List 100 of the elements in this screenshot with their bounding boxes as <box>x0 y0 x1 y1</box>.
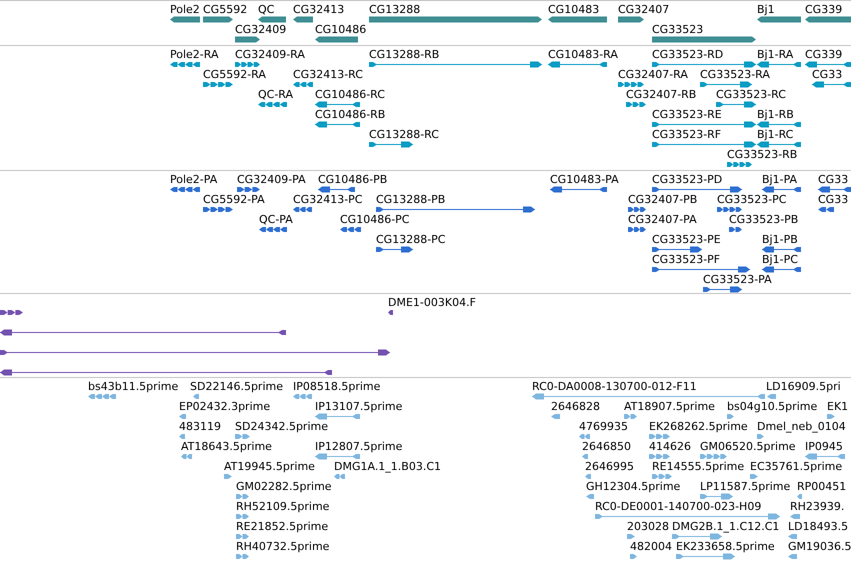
feature-label: LD18493.5 <box>788 521 848 533</box>
feature-label: CG32409-RA <box>235 49 305 61</box>
feature-label: 2646995 <box>585 461 634 473</box>
feature-label: CG33523-RD <box>652 49 724 61</box>
feature-label: Bj1-PC <box>762 254 798 266</box>
feature-label: GM19036.5 <box>788 541 851 553</box>
feature-label: CG33 <box>812 69 842 81</box>
feature-label: CG13288-PC <box>376 234 446 246</box>
feature-label: CG32407-PB <box>628 194 698 206</box>
feature-label: CG33523-RF <box>652 129 722 141</box>
feature-label: RH23939. <box>790 501 844 513</box>
feature-label: CG33523-RE <box>652 109 722 121</box>
feature-label: QC-PA <box>259 214 293 226</box>
feature-label: SD24342.5prime <box>235 421 328 433</box>
feature-label: CG33523-PC <box>717 194 786 206</box>
feature-label: IP12807.5prime <box>315 441 402 453</box>
feature-label: Bj1-PB <box>762 234 798 246</box>
feature-label: Bj1 <box>757 4 775 16</box>
feature-label: RH52109.5prime <box>236 501 330 513</box>
feature-label: CG33523-PD <box>652 174 722 186</box>
feature-label: AT18907.5prime <box>624 401 715 413</box>
feature-label: EK268262.5prime <box>649 421 748 433</box>
feature-label: RC0-DA0008-130700-012-F11 <box>532 381 697 393</box>
feature-label: EK1 <box>827 401 848 413</box>
feature-label: QC-RA <box>258 89 294 101</box>
feature-label: CG33523 <box>652 24 704 36</box>
feature-label: CG5592-RA <box>203 69 266 81</box>
feature-label: Pole2 <box>170 4 200 16</box>
feature-label: Bj1-RB <box>757 109 794 121</box>
feature-label: DMG2B.1_1.C12.C1 <box>672 521 780 533</box>
feature-label: GM02282.5prime <box>236 481 332 493</box>
feature-label: CG32407-PA <box>628 214 697 226</box>
feature-label: Pole2-PA <box>170 174 218 186</box>
feature-label: CG32409-PA <box>237 174 306 186</box>
feature-label: 4769935 <box>579 421 628 433</box>
feature-label: bs43b11.5prime <box>88 381 178 393</box>
feature-label: bs04g10.5prime <box>727 401 818 413</box>
feature-label: SD22146.5prime <box>190 381 283 393</box>
feature-label: CG32407-RB <box>626 89 696 101</box>
feature-label: IP0945 <box>805 441 843 453</box>
feature-label: EC35761.5prime <box>750 461 842 473</box>
feature-label: 414626 <box>649 441 691 453</box>
feature-label: CG13288-RC <box>369 129 439 141</box>
feature-label: CG33523-PB <box>729 214 798 226</box>
feature-label: 203028 <box>627 521 669 533</box>
feature-label: CG33 <box>818 174 848 186</box>
feature-label: CG32409 <box>235 24 286 36</box>
feature-label: EK233658.5prime <box>676 541 775 553</box>
feature-label: Pole2-RA <box>170 49 218 61</box>
feature-label: EP02432.3prime <box>179 401 270 413</box>
feature-label: CG10486-PB <box>318 174 388 186</box>
feature-label: CG10486-RC <box>315 89 385 101</box>
feature-label: 2646850 <box>582 441 631 453</box>
feature-label: CG13288-RB <box>369 49 440 61</box>
feature-label: CG33523-PA <box>703 274 772 286</box>
feature-label: RE21852.5prime <box>236 521 328 533</box>
feature-label: CG33523-RC <box>716 89 786 101</box>
feature-label: CG339 <box>805 4 842 16</box>
feature-label: CG32413-RC <box>293 69 363 81</box>
feature-label: CG32413 <box>293 4 344 16</box>
feature-label: 2646828 <box>551 401 600 413</box>
feature-label: CG13288 <box>369 4 420 16</box>
feature-label: CG33523-RA <box>700 69 770 81</box>
feature-label: RH40732.5prime <box>236 541 330 553</box>
feature-label: CG13288-PB <box>376 194 446 206</box>
feature-label: QC <box>258 4 274 16</box>
feature-label: CG33 <box>818 194 848 206</box>
feature-label: GM06520.5prime <box>700 441 796 453</box>
feature-label: CG339 <box>805 49 842 61</box>
feature-label: CG10486 <box>315 24 366 36</box>
feature-label: Bj1-RA <box>757 49 794 61</box>
feature-label: LD16909.5pri <box>766 381 841 393</box>
feature-label: GH12304.5prime <box>586 481 680 493</box>
feature-label: AT19945.5prime <box>224 461 315 473</box>
feature-label: CG33523-PF <box>652 254 720 266</box>
feature-label: CG5592-PA <box>203 194 265 206</box>
feature-label: CG32407-RA <box>618 69 688 81</box>
feature-label: AT18643.5prime <box>181 441 272 453</box>
feature-label: CG10483-PA <box>550 174 619 186</box>
feature-label: DME1-003K04.F <box>388 297 476 309</box>
feature-label: CG5592 <box>203 4 248 16</box>
feature-label: CG10486-PC <box>340 214 410 226</box>
feature-label: Bj1-RC <box>757 129 794 141</box>
feature-label: Bj1-PA <box>762 174 798 186</box>
feature-label: 482004 <box>630 541 672 553</box>
feature-label: LP11587.5prime <box>700 481 790 493</box>
feature-label: CG32413-PC <box>293 194 362 206</box>
feature-label: RP00451 <box>797 481 846 493</box>
feature-label: IP13107.5prime <box>315 401 402 413</box>
feature-label: CG33523-RB <box>727 149 798 161</box>
feature-label: CG33523-PE <box>652 234 721 246</box>
feature-label: RC0-DE0001-140700-023-H09 <box>595 501 762 513</box>
feature-label: CG10486-RB <box>315 109 386 121</box>
feature-label: IP08518.5prime <box>293 381 380 393</box>
feature-label: CG10483-RA <box>548 49 618 61</box>
feature-label: Dmel_neb_0104 <box>757 421 846 433</box>
feature-label: CG32407 <box>618 4 670 16</box>
feature-label: 483119 <box>179 421 221 433</box>
feature-label: DMG1A.1_1.B03.C1 <box>334 461 442 473</box>
feature-label: RE14555.5prime <box>652 461 744 473</box>
